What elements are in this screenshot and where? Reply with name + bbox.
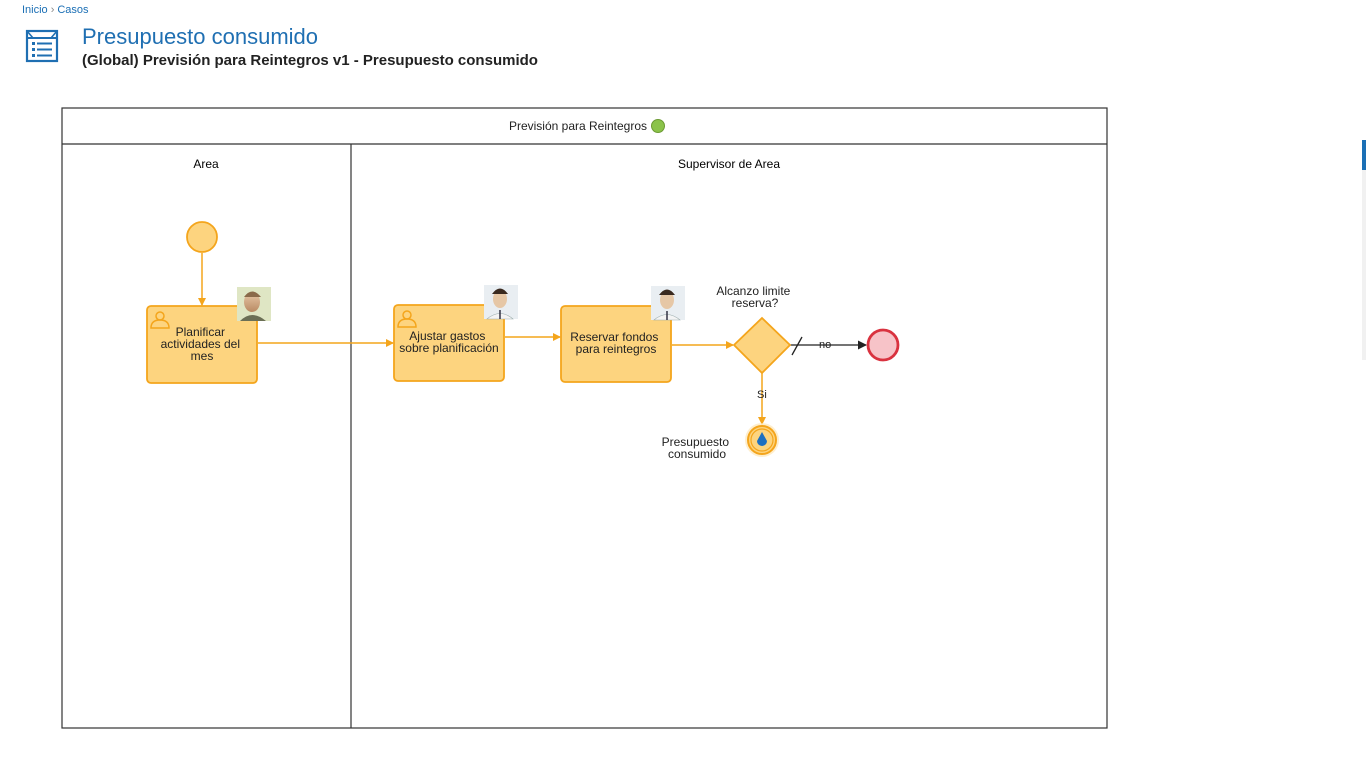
lane-supervisor-label: Supervisor de Area bbox=[678, 157, 780, 171]
process-diagram: Previsión para Reintegros Area Superviso… bbox=[61, 107, 1108, 729]
pool-title: Previsión para Reintegros bbox=[509, 119, 647, 133]
side-panel-edge bbox=[1362, 170, 1366, 360]
intermediate-event-label: Presupuesto consumido bbox=[662, 435, 733, 461]
lane-area-label: Area bbox=[193, 157, 219, 171]
end-event[interactable] bbox=[866, 328, 900, 362]
task-ajustar-gastos-label: Ajustar gastos sobre planificación bbox=[399, 329, 498, 355]
start-event[interactable] bbox=[186, 221, 218, 253]
flow-no-label: no bbox=[819, 339, 831, 351]
task-reservar-fondos-label: Reservar fondos para reintegros bbox=[570, 330, 661, 356]
side-panel-tab[interactable] bbox=[1362, 140, 1366, 170]
user-avatar bbox=[237, 287, 271, 321]
user-avatar bbox=[651, 286, 685, 321]
flow-si-label: Si bbox=[757, 389, 767, 401]
user-avatar bbox=[484, 285, 518, 320]
pool-status-indicator bbox=[651, 119, 665, 133]
intermediate-event-presupuesto[interactable] bbox=[745, 423, 779, 457]
pool: Previsión para Reintegros bbox=[61, 107, 1108, 729]
